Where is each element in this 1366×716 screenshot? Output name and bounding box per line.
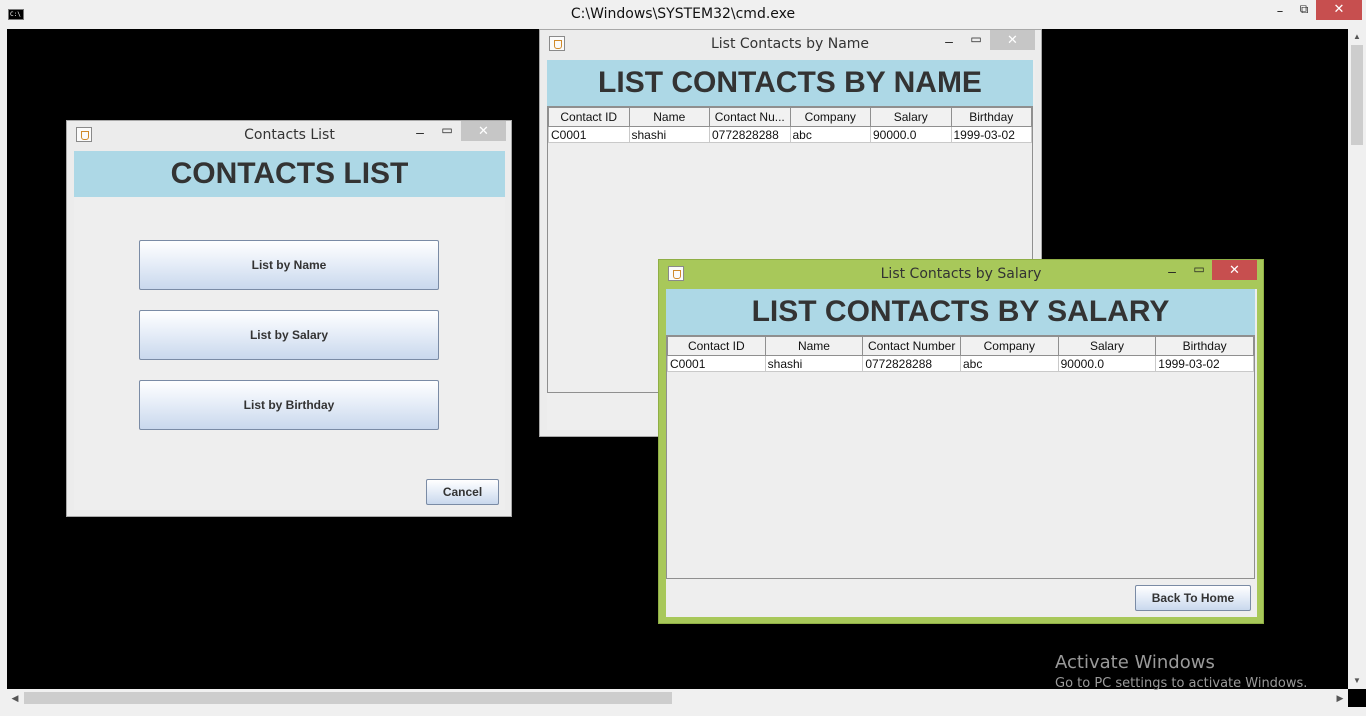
column-header[interactable]: Birthday: [1155, 336, 1254, 356]
table-cell[interactable]: 0772828288: [862, 355, 961, 372]
column-header[interactable]: Name: [628, 107, 710, 127]
maximize-button[interactable]: ▭: [1189, 262, 1209, 276]
column-header[interactable]: Contact ID: [667, 336, 766, 356]
table-cell[interactable]: 90000.0: [870, 126, 952, 143]
activate-windows-watermark: Activate Windows: [1055, 652, 1215, 673]
cmd-restore-button[interactable]: ⧉: [1289, 2, 1319, 24]
cmd-titlebar[interactable]: C:\ C:\Windows\SYSTEM32\cmd.exe – ⧉ ✕: [0, 0, 1366, 29]
java-app-icon[interactable]: [668, 266, 684, 281]
list-by-name-header: LIST CONTACTS BY NAME: [547, 60, 1033, 106]
back-to-home-button[interactable]: Back To Home: [1135, 585, 1251, 611]
maximize-button[interactable]: ▭: [437, 123, 457, 137]
table-row[interactable]: C0001 shashi 0772828288 abc 90000.0 1999…: [667, 355, 1254, 372]
table-header-row: Contact ID Name Contact Number Company S…: [667, 336, 1254, 356]
list-by-salary-button[interactable]: List by Salary: [139, 310, 439, 360]
cmd-close-button[interactable]: ✕: [1316, 0, 1362, 20]
table-cell[interactable]: 1999-03-02: [950, 126, 1032, 143]
scroll-right-arrow-icon[interactable]: ▶: [1332, 689, 1348, 707]
contacts-list-window: Contacts List – ▭ ✕ CONTACTS LIST List b…: [66, 120, 512, 517]
table-cell[interactable]: 1999-03-02: [1155, 355, 1254, 372]
cmd-bottom-border: [0, 707, 1366, 716]
list-by-salary-header: LIST CONTACTS BY SALARY: [666, 289, 1255, 335]
list-by-salary-table[interactable]: Contact ID Name Contact Number Company S…: [667, 336, 1254, 372]
cmd-window-title: C:\Windows\SYSTEM32\cmd.exe: [570, 6, 796, 22]
column-header[interactable]: Company: [789, 107, 871, 127]
column-header[interactable]: Contact Nu...: [709, 107, 791, 127]
list-by-salary-title: List Contacts by Salary: [880, 266, 1042, 282]
contacts-list-titlebar[interactable]: Contacts List – ▭ ✕: [67, 121, 511, 149]
column-header[interactable]: Salary: [1057, 336, 1157, 356]
contacts-list-content: CONTACTS LIST List by Name List by Salar…: [74, 151, 505, 510]
minimize-button[interactable]: –: [939, 33, 959, 49]
java-app-icon[interactable]: [76, 127, 92, 142]
table-cell[interactable]: abc: [789, 126, 871, 143]
column-header[interactable]: Birthday: [950, 107, 1032, 127]
table-header-row: Contact ID Name Contact Nu... Company Sa…: [548, 107, 1032, 127]
table-cell[interactable]: 90000.0: [1057, 355, 1157, 372]
horizontal-scroll-thumb[interactable]: [24, 692, 672, 704]
close-button[interactable]: ✕: [990, 30, 1035, 50]
table-cell[interactable]: shashi: [628, 126, 710, 143]
close-button[interactable]: ✕: [461, 121, 506, 141]
cancel-button[interactable]: Cancel: [426, 479, 499, 505]
horizontal-scrollbar[interactable]: ◀ ▶: [7, 689, 1348, 707]
activate-windows-hint: Go to PC settings to activate Windows.: [1055, 676, 1308, 691]
list-by-name-title: List Contacts by Name: [710, 36, 870, 52]
column-header[interactable]: Salary: [870, 107, 952, 127]
scroll-left-arrow-icon[interactable]: ◀: [7, 689, 23, 707]
list-by-name-table[interactable]: Contact ID Name Contact Nu... Company Sa…: [548, 107, 1032, 143]
java-app-icon[interactable]: [549, 36, 565, 51]
list-by-birthday-button[interactable]: List by Birthday: [139, 380, 439, 430]
contacts-list-header: CONTACTS LIST: [74, 151, 505, 197]
minimize-button[interactable]: –: [410, 124, 430, 140]
list-by-name-button[interactable]: List by Name: [139, 240, 439, 290]
cmd-left-border: [0, 29, 7, 716]
table-row[interactable]: C0001 shashi 0772828288 abc 90000.0 1999…: [548, 126, 1032, 143]
table-cell[interactable]: abc: [959, 355, 1059, 372]
table-cell[interactable]: C0001: [667, 355, 766, 372]
table-cell[interactable]: shashi: [764, 355, 864, 372]
scroll-down-arrow-icon[interactable]: ▼: [1348, 673, 1366, 689]
vertical-scrollbar[interactable]: ▲ ▼: [1348, 29, 1366, 689]
column-header[interactable]: Contact Number: [862, 336, 961, 356]
list-by-salary-titlebar[interactable]: List Contacts by Salary – ▭ ✕: [659, 260, 1263, 288]
close-button[interactable]: ✕: [1212, 260, 1257, 280]
maximize-button[interactable]: ▭: [966, 32, 986, 46]
column-header[interactable]: Name: [764, 336, 864, 356]
column-header[interactable]: Company: [959, 336, 1059, 356]
scroll-up-arrow-icon[interactable]: ▲: [1348, 29, 1366, 45]
contacts-list-title: Contacts List: [244, 127, 335, 143]
list-by-name-titlebar[interactable]: List Contacts by Name – ▭ ✕: [540, 30, 1041, 58]
column-header[interactable]: Contact ID: [548, 107, 630, 127]
table-cell[interactable]: 0772828288: [709, 126, 791, 143]
list-by-salary-window: List Contacts by Salary – ▭ ✕ LIST CONTA…: [658, 259, 1264, 624]
vertical-scroll-thumb[interactable]: [1351, 45, 1363, 145]
list-by-salary-content: LIST CONTACTS BY SALARY Contact ID Name …: [666, 289, 1257, 617]
table-cell[interactable]: C0001: [548, 126, 630, 143]
minimize-button[interactable]: –: [1162, 263, 1182, 279]
